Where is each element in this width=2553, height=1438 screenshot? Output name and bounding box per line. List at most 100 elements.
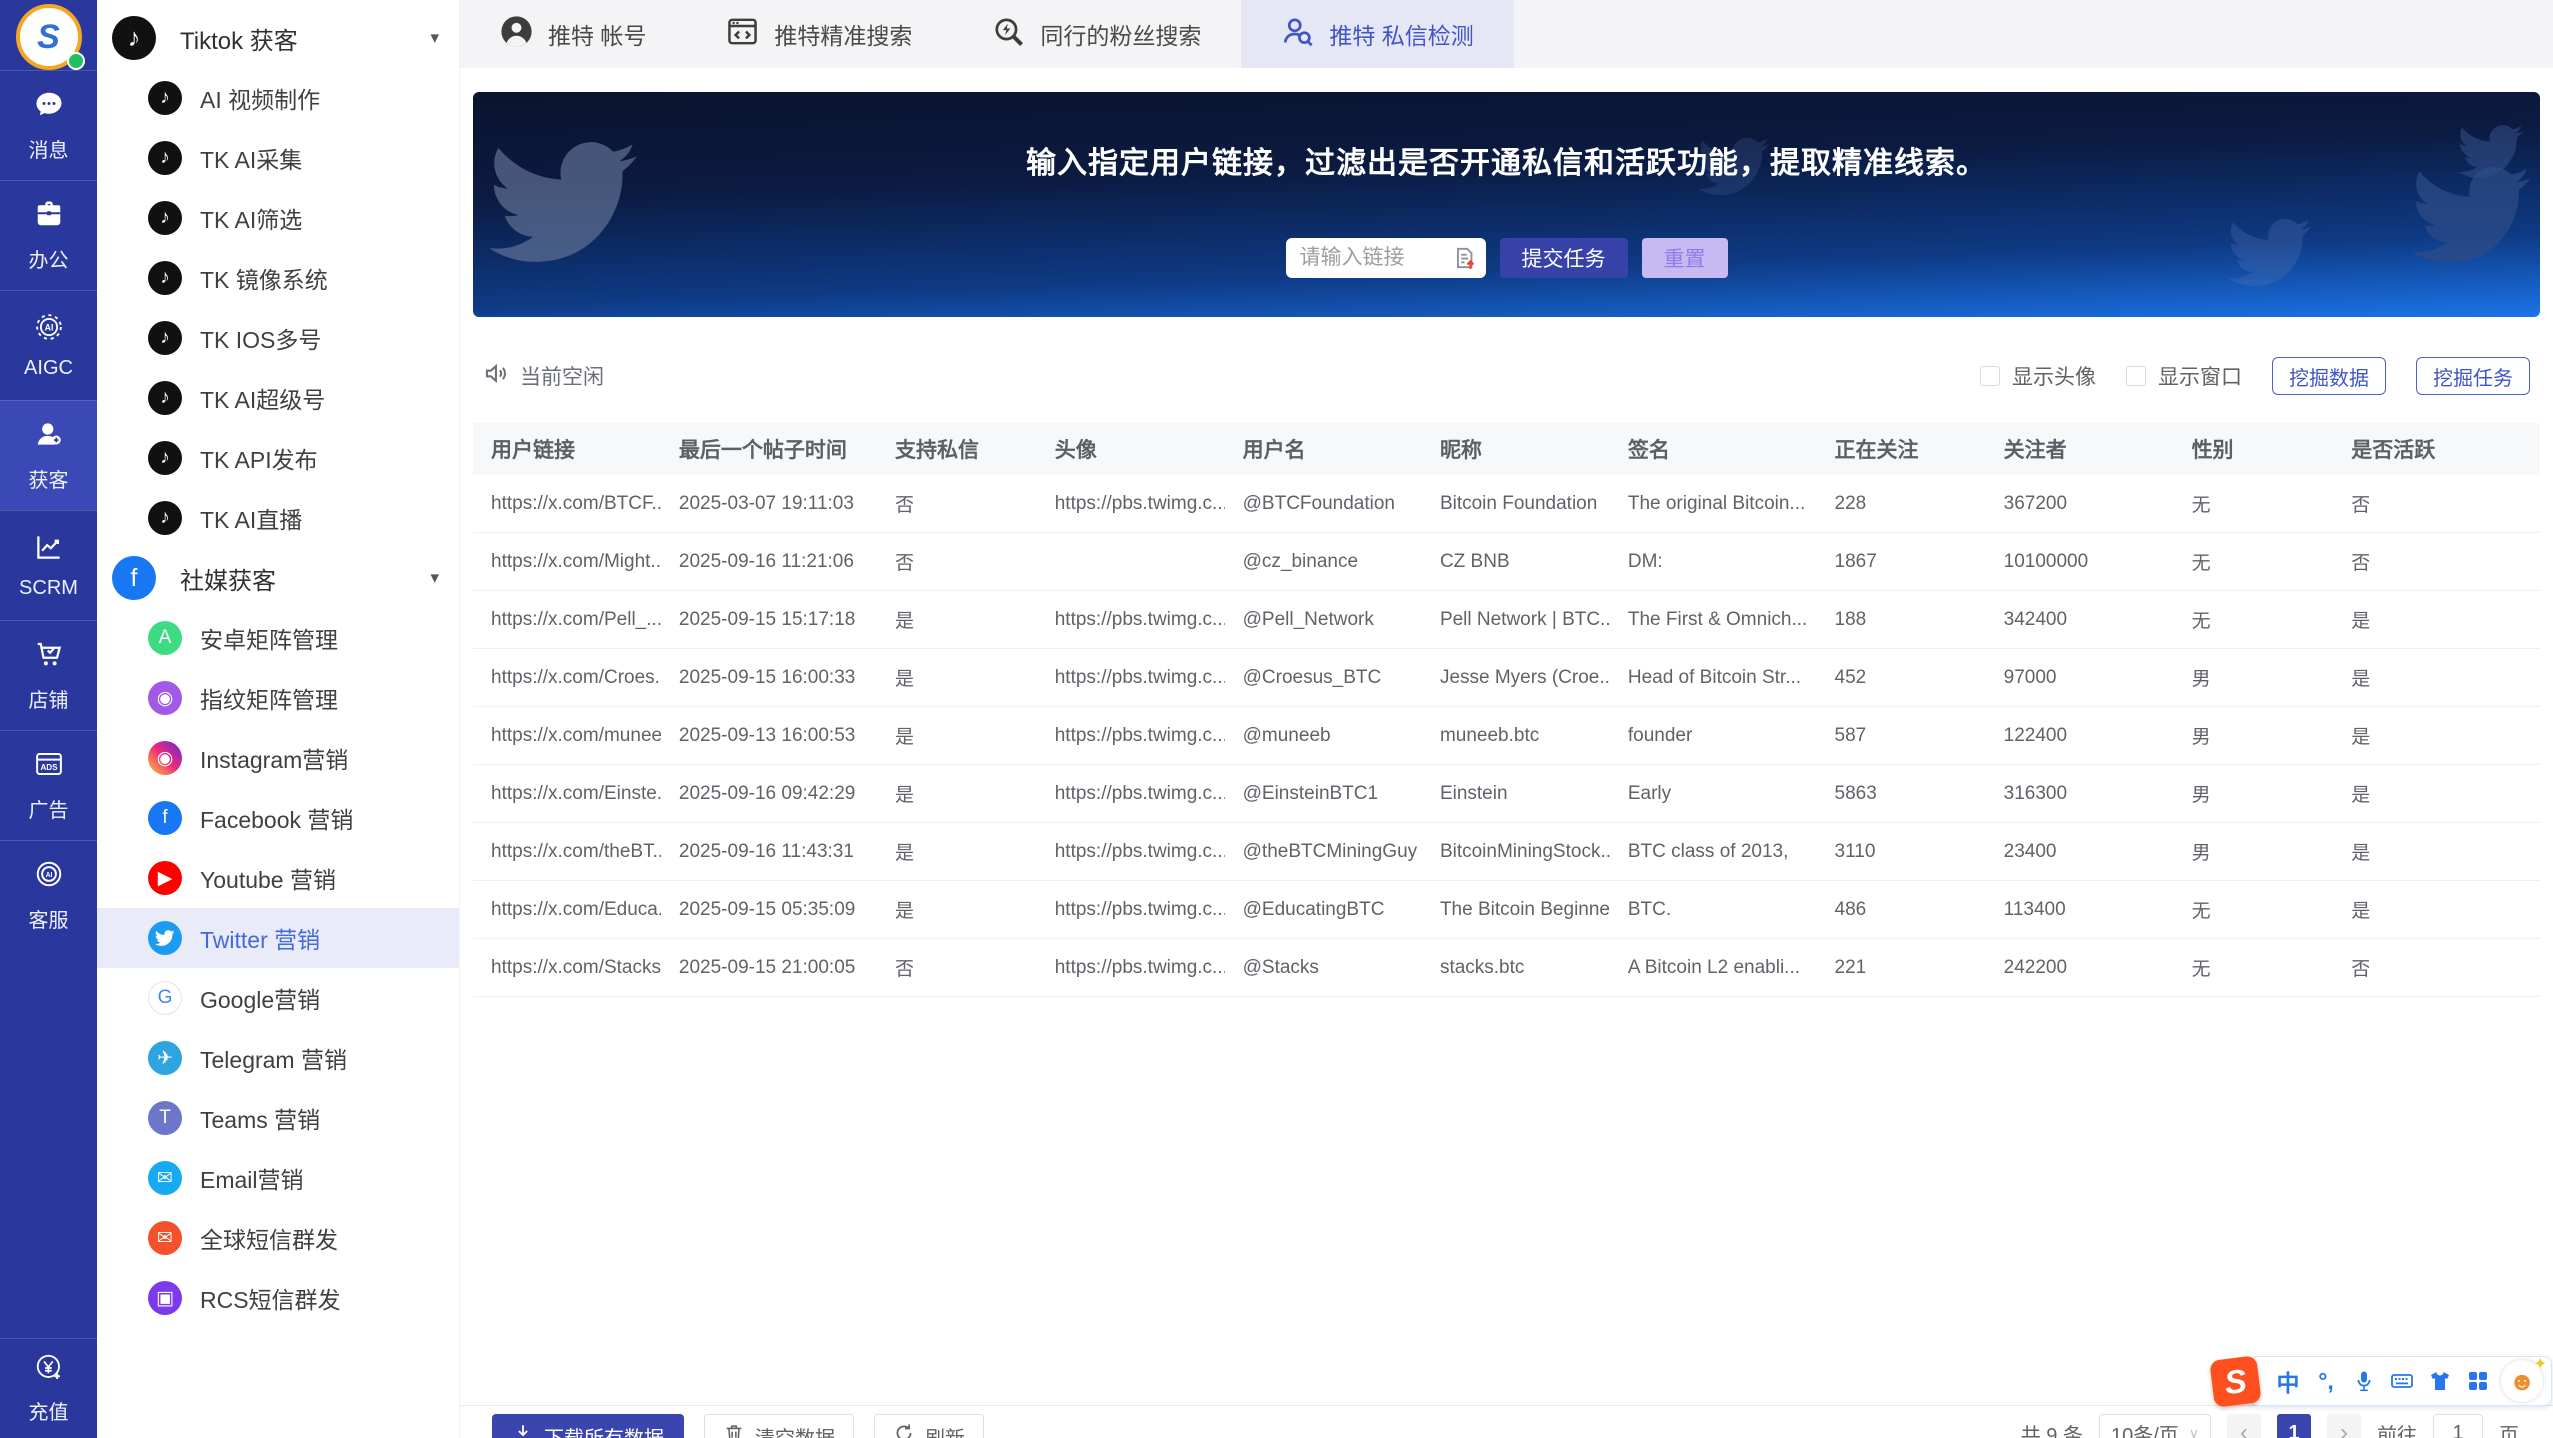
menu-item[interactable]: ♪ TK AI采集 xyxy=(97,128,459,188)
footer-bar: 下载所有数据 清空数据 刷新 共 9 条 10条/页 ‹ 1 › 前往 页 xyxy=(460,1406,2553,1438)
cell-followers: 316300 xyxy=(2003,782,2068,804)
menu-item[interactable]: Twitter 营销 xyxy=(97,908,459,968)
menu-item[interactable]: ♪ Tiktok 获客 xyxy=(97,8,459,68)
checkbox-box[interactable] xyxy=(2126,366,2146,386)
table-row[interactable]: https://x.com/Stacks 2025-09-15 21:00:05… xyxy=(473,939,2540,997)
rail-item-scrm[interactable]: SCRM xyxy=(0,510,97,620)
menu-item[interactable]: f 社媒获客 xyxy=(97,548,459,608)
column-header: 昵称 xyxy=(1439,439,1482,462)
menu-item[interactable]: f Facebook 营销 xyxy=(97,788,459,848)
menu-item[interactable]: ◉ Instagram营销 xyxy=(97,728,459,788)
cell-avatar-url: https://pbs.twimg.c... xyxy=(1054,724,1225,746)
menu-item[interactable]: ◉ 指纹矩阵管理 xyxy=(97,668,459,728)
keyboard-icon[interactable] xyxy=(2383,1369,2421,1393)
cell-last-post-time: 2025-09-15 15:17:18 xyxy=(678,608,856,630)
rail-item-shop[interactable]: 店铺 xyxy=(0,620,97,730)
microphone-icon[interactable] xyxy=(2345,1369,2383,1393)
toolbox-grid-icon[interactable] xyxy=(2459,1369,2497,1393)
cell-user-link: https://x.com/Stacks xyxy=(491,956,661,978)
ime-language-mode[interactable]: 中 xyxy=(2269,1364,2307,1398)
tab-precise-search[interactable]: 推特精准搜索 xyxy=(686,0,952,68)
table-row[interactable]: https://x.com/Einste... 2025-09-16 09:42… xyxy=(473,765,2540,823)
cell-signature: Early xyxy=(1627,782,1672,804)
tab-label: 推特 私信检测 xyxy=(1329,23,1474,49)
next-page-button[interactable]: › xyxy=(2327,1414,2361,1438)
menu-item[interactable]: ♪ TK 镜像系统 xyxy=(97,248,459,308)
menu-item[interactable]: ♪ AI 视频制作 xyxy=(97,68,459,128)
rail-item-aigc[interactable]: AI AIGC xyxy=(0,290,97,400)
table-row[interactable]: https://x.com/Croes... 2025-09-15 16:00:… xyxy=(473,649,2540,707)
status-toolbar: 当前空闲 显示头像 显示窗口 挖掘数据 挖掘任务 xyxy=(473,357,2540,395)
current-page-button[interactable]: 1 xyxy=(2277,1414,2311,1438)
menu-item[interactable]: ▶ Youtube 营销 xyxy=(97,848,459,908)
menu-item[interactable]: ✈ Telegram 营销 xyxy=(97,1028,459,1088)
table-row[interactable]: https://x.com/muneeb 2025-09-13 16:00:53… xyxy=(473,707,2540,765)
menu-item-label: RCS短信群发 xyxy=(200,1287,341,1313)
menu-item[interactable]: ♪ TK AI直播 xyxy=(97,488,459,548)
tab-dm-detection[interactable]: 推特 私信检测 xyxy=(1241,0,1514,68)
cell-following: 1867 xyxy=(1834,550,1877,572)
tab-competitor-fans-search[interactable]: 同行的粉丝搜索 xyxy=(952,0,1241,68)
tab-bar: 推特 帐号 推特精准搜索 同行的粉丝搜索 推特 私信检测 xyxy=(460,0,2553,68)
table-row[interactable]: https://x.com/Educa... 2025-09-15 05:35:… xyxy=(473,881,2540,939)
menu-item[interactable]: ▣ RCS短信群发 xyxy=(97,1268,459,1328)
submit-task-button[interactable]: 提交任务 xyxy=(1499,238,1628,278)
menu-item-icon: ♪ xyxy=(148,321,182,355)
rail-item-recharge[interactable]: 充值 xyxy=(0,1338,97,1438)
cell-is-active: 是 xyxy=(2351,843,2371,864)
menu-item[interactable]: ♪ TK API发布 xyxy=(97,428,459,488)
ime-punctuation-mode[interactable]: °, xyxy=(2307,1368,2345,1395)
button-label: 下载所有数据 xyxy=(544,1422,664,1438)
reset-button[interactable]: 重置 xyxy=(1641,238,1728,278)
checkbox-box[interactable] xyxy=(1980,366,2000,386)
show-avatar-checkbox[interactable]: 显示头像 xyxy=(1980,361,2096,391)
menu-item[interactable]: G Google营销 xyxy=(97,968,459,1028)
skin-shirt-icon[interactable] xyxy=(2421,1369,2459,1393)
mine-task-button[interactable]: 挖掘任务 xyxy=(2416,357,2530,395)
table-row[interactable]: https://x.com/Pell_... 2025-09-15 15:17:… xyxy=(473,591,2540,649)
mine-data-button[interactable]: 挖掘数据 xyxy=(2272,357,2386,395)
app-window: S 消息 办公 AI AIGC 获客 SCRM 店铺 ADS 广告 AI 客服 … xyxy=(0,0,2553,1438)
column-header: 支持私信 xyxy=(895,439,979,462)
secondary-sidebar: ♪ Tiktok 获客 ♪ AI 视频制作 ♪ TK AI采集 ♪ TK AI筛… xyxy=(97,0,460,1438)
menu-item-icon: ♪ xyxy=(148,141,182,175)
menu-item[interactable]: ♪ TK AI超级号 xyxy=(97,368,459,428)
download-all-button[interactable]: 下载所有数据 xyxy=(492,1414,684,1438)
import-links-icon[interactable] xyxy=(1452,245,1478,271)
show-window-checkbox[interactable]: 显示窗口 xyxy=(2126,361,2242,391)
table-row[interactable]: https://x.com/Might... 2025-09-16 11:21:… xyxy=(473,533,2540,591)
cell-dm-supported: 否 xyxy=(895,495,915,516)
menu-item-label: TK AI采集 xyxy=(200,147,303,173)
emoji-sticker-icon[interactable] xyxy=(2501,1354,2547,1402)
refresh-button[interactable]: 刷新 xyxy=(874,1414,984,1438)
menu-item[interactable]: T Teams 营销 xyxy=(97,1088,459,1148)
button-label: 刷新 xyxy=(925,1422,965,1438)
menu-item[interactable]: ♪ TK IOS多号 xyxy=(97,308,459,368)
menu-item-icon: f xyxy=(112,556,156,600)
menu-item-icon: ♪ xyxy=(148,261,182,295)
cell-is-active: 是 xyxy=(2351,785,2371,806)
table-row[interactable]: https://x.com/theBT... 2025-09-16 11:43:… xyxy=(473,823,2540,881)
tab-twitter-accounts[interactable]: 推特 帐号 xyxy=(460,0,686,68)
trash-icon xyxy=(723,1422,745,1438)
menu-item[interactable]: ✉ Email营销 xyxy=(97,1148,459,1208)
rail-item-messages[interactable]: 消息 xyxy=(0,70,97,180)
cell-nickname: Pell Network | BTC... xyxy=(1439,608,1610,630)
sogou-logo[interactable]: S xyxy=(2209,1354,2262,1408)
goto-page-input[interactable] xyxy=(2433,1414,2483,1438)
rail-item-label: 客服 xyxy=(28,909,69,932)
page-size-select[interactable]: 10条/页 xyxy=(2099,1414,2211,1438)
rail-item-support[interactable]: AI 客服 xyxy=(0,840,97,950)
menu-item[interactable]: A 安卓矩阵管理 xyxy=(97,608,459,668)
cell-is-active: 是 xyxy=(2351,727,2371,748)
menu-item[interactable]: ✉ 全球短信群发 xyxy=(97,1208,459,1268)
table-row[interactable]: https://x.com/BTCF... 2025-03-07 19:11:0… xyxy=(473,475,2540,533)
cell-signature: A Bitcoin L2 enabli... xyxy=(1627,956,1801,978)
rail-item-office[interactable]: 办公 xyxy=(0,180,97,290)
clear-data-button[interactable]: 清空数据 xyxy=(704,1414,854,1438)
rail-item-lead-gen[interactable]: 获客 xyxy=(0,400,97,510)
prev-page-button[interactable]: ‹ xyxy=(2227,1414,2261,1438)
menu-item[interactable]: ♪ TK AI筛选 xyxy=(97,188,459,248)
column-header: 用户链接 xyxy=(491,439,575,462)
rail-item-ads[interactable]: ADS 广告 xyxy=(0,730,97,840)
